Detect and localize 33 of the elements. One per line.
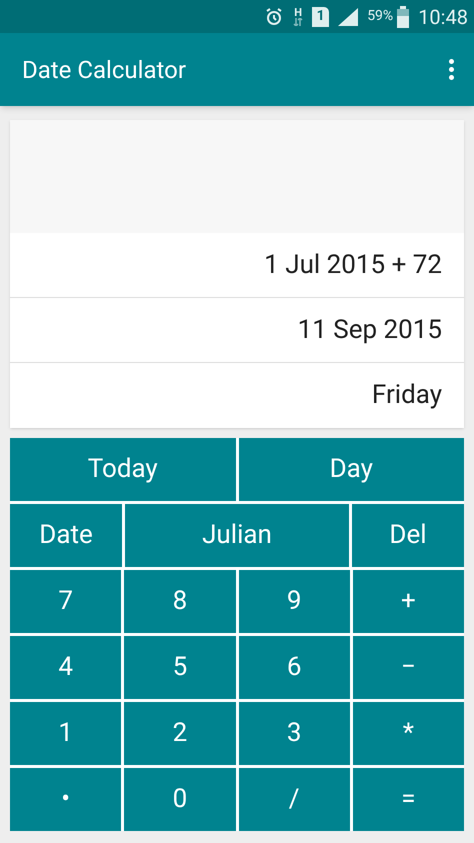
battery-percentage: 59% [367,7,394,26]
keypad-key[interactable]: 4 [10,636,122,699]
clock-time: 10:48 [418,4,468,30]
keypad-key[interactable]: Date [10,504,122,567]
keypad-key[interactable]: * [352,702,464,765]
keypad-key[interactable]: Today [10,438,236,501]
keypad-key[interactable]: 6 [238,636,350,699]
keypad-key[interactable]: 7 [10,570,122,633]
data-arrows-icon [293,18,304,26]
keypad-key[interactable]: 8 [124,570,236,633]
keypad-key[interactable]: 0 [124,768,236,831]
display-line: 1 Jul 2015 + 72 [264,248,442,282]
keypad-key[interactable]: 1 [10,702,122,765]
keypad-key[interactable]: / [238,768,350,831]
keypad-key[interactable]: 2 [124,702,236,765]
signal-icon [338,8,358,26]
alarm-clock-icon [264,6,284,26]
keypad-key[interactable]: Julian [125,504,349,567]
keypad-key[interactable]: 3 [238,702,350,765]
keypad-key[interactable]: = [352,768,464,831]
keypad-key[interactable]: − [352,636,464,699]
keypad-key[interactable]: 9 [238,570,350,633]
app-title: Date Calculator [22,54,186,86]
keypad-key[interactable]: Del [352,504,464,567]
keypad-key[interactable]: + [352,570,464,633]
keypad-key[interactable]: Day [238,438,464,501]
display-line: 11 Sep 2015 [298,314,442,346]
keypad-key[interactable]: • [10,768,122,831]
display-line: Friday [372,379,442,412]
network-type-label: H [294,7,302,18]
keypad-key[interactable]: 5 [124,636,236,699]
sim-card-label: 1 [312,6,330,26]
battery-icon [397,6,410,28]
